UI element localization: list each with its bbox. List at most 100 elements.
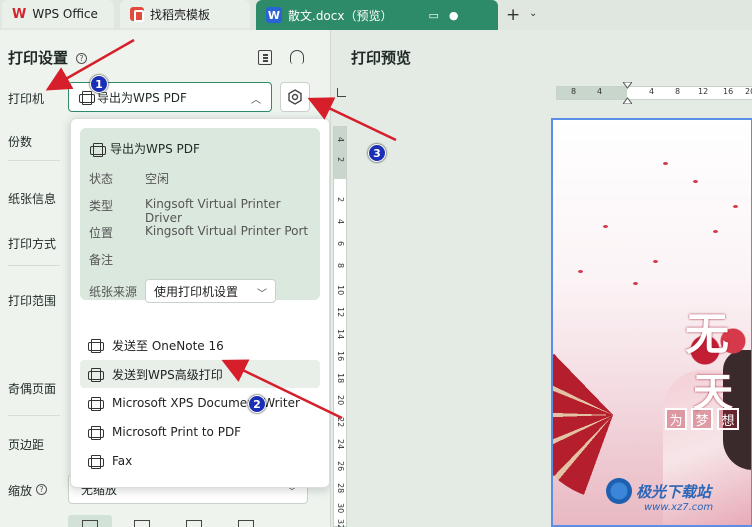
preview-page[interactable]: 无 天 为 梦 想: [551, 118, 752, 527]
petal-decoration: [653, 260, 658, 263]
cover-seal-char: 想: [717, 408, 739, 430]
print-range-label: 打印范围: [8, 294, 57, 308]
selected-printer-card[interactable]: 导出为WPS PDF 状态 空闲 类型 Kingsoft Virtual Pri…: [80, 128, 320, 303]
printer-option-label: Fax: [112, 454, 133, 468]
status-value: 空闲: [145, 172, 170, 186]
margins-label: 页边距: [8, 438, 45, 452]
printer-icon: [88, 368, 104, 382]
step-badge-3: 3: [368, 144, 386, 162]
petal-decoration: [603, 225, 608, 228]
gear-icon: [288, 89, 302, 105]
help-icon[interactable]: ?: [76, 53, 87, 64]
tab-wps-office[interactable]: W WPS Office: [2, 0, 114, 28]
tab-document[interactable]: W 散文.docx（预览） ▭ ●: [256, 0, 498, 30]
ruler-tick-label: 26: [336, 461, 345, 472]
ruler-tick-label: 2: [336, 157, 345, 163]
printer-icon: [88, 426, 104, 440]
ruler-tick-label: 22: [336, 417, 345, 428]
margin-marker-icon: [623, 82, 632, 104]
print-preview-pane: 打印预览 8 4 4 8 12 16 20 4 2 2 4 6 8 10 12 …: [330, 30, 752, 527]
step-badge-1: 1: [90, 75, 108, 93]
ruler-tick-label: 4: [649, 87, 655, 96]
ruler-corner-icon[interactable]: [337, 88, 346, 97]
printer-dropdown: 导出为WPS PDF 状态 空闲 类型 Kingsoft Virtual Pri…: [70, 118, 330, 488]
ruler-tick-label: 30: [336, 503, 345, 514]
chevron-down-icon: ﹀: [257, 289, 267, 300]
selected-printer-name: 导出为WPS PDF: [110, 142, 200, 156]
type-value: Kingsoft Virtual Printer Driver: [145, 197, 281, 225]
ruler-tick-label: 12: [698, 87, 709, 96]
tab-list-chevron-icon[interactable]: ⌄: [529, 8, 537, 19]
printer-option-ms-pdf[interactable]: Microsoft Print to PDF: [80, 418, 320, 446]
layout-1-button[interactable]: [68, 515, 112, 527]
printer-icon: [90, 142, 106, 157]
ruler-tick-label: 18: [336, 373, 345, 384]
ruler-tick-label: 6: [336, 241, 345, 247]
scale-label: 缩放: [8, 484, 33, 498]
print-mode-label: 打印方式: [8, 237, 57, 251]
new-tab-button[interactable]: +: [506, 5, 520, 25]
printer-option-xps[interactable]: Microsoft XPS Document Writer: [80, 389, 320, 417]
printer-icon: [88, 339, 104, 353]
printer-label: 打印机: [8, 92, 45, 106]
divider: [8, 160, 60, 161]
document-settings-icon[interactable]: [258, 50, 272, 65]
cover-title-char: 无: [685, 309, 729, 360]
printer-option-wps-advanced[interactable]: 发送到WPS高级打印: [80, 360, 320, 388]
paper-source-select[interactable]: 使用打印机设置 ﹀: [145, 279, 276, 303]
ruler-tick-label: 8: [571, 87, 577, 96]
watermark-logo-icon: [606, 478, 632, 504]
remark-label: 备注: [89, 253, 114, 267]
petal-decoration: [733, 205, 738, 208]
monitor-icon[interactable]: ▭: [428, 9, 438, 22]
location-label: 位置: [89, 226, 114, 240]
site-watermark: 极光下载站: [606, 478, 711, 504]
printer-option-label: Microsoft XPS Document Writer: [112, 396, 300, 410]
petal-decoration: [713, 230, 718, 233]
location-value: Kingsoft Virtual Printer Port: [145, 224, 309, 238]
layout-3-button[interactable]: [172, 515, 216, 527]
paper-source-value: 使用打印机设置: [154, 284, 239, 299]
scale-help-icon[interactable]: ?: [36, 484, 47, 495]
horizontal-ruler: 8 4 4 8 12 16 20: [556, 86, 752, 100]
cover-seal-row: 为 梦 想: [665, 408, 739, 430]
headset-icon[interactable]: [290, 50, 304, 64]
paper-info-label: 纸张信息: [8, 192, 57, 206]
ruler-tick-label: 24: [336, 439, 345, 450]
layout-2-button[interactable]: [120, 515, 164, 527]
ruler-tick-label: 32: [336, 519, 345, 527]
watermark-url: www.xz7.com: [644, 502, 714, 513]
vertical-ruler: 4 2 2 4 6 8 10 12 14 16 18 20 22 24 26 2…: [333, 126, 347, 527]
cover-seal-char: 梦: [691, 408, 713, 430]
ruler-tick-label: 28: [336, 483, 345, 494]
tab-docer[interactable]: 找稻壳模板: [120, 0, 250, 28]
printer-properties-button[interactable]: [280, 82, 310, 112]
panel-title: 打印设置: [8, 49, 69, 67]
print-settings-panel: 打印设置 ? 打印机 导出为WPS PDF ︿ 份数 纸张信息 打印方式 打印范…: [0, 30, 330, 527]
petal-decoration: [633, 282, 638, 285]
ruler-tick-label: 14: [336, 329, 345, 340]
ruler-tick-label: 10: [336, 285, 345, 296]
printer-option-label: Microsoft Print to PDF: [112, 425, 242, 439]
layout-4-button[interactable]: [224, 515, 268, 527]
printer-icon: [88, 397, 104, 411]
page-layout-buttons: [68, 515, 268, 527]
odd-even-label: 奇偶页面: [8, 382, 57, 396]
printer-option-onenote[interactable]: 发送至 OneNote 16: [80, 331, 320, 359]
printer-select-value: 导出为WPS PDF: [97, 90, 187, 105]
copies-label: 份数: [8, 135, 33, 149]
unsaved-dot-icon: ●: [448, 8, 459, 22]
paper-source-label: 纸张来源: [89, 285, 138, 299]
ruler-tick-label: 4: [597, 87, 603, 96]
petal-decoration: [663, 162, 668, 165]
petal-decoration: [693, 180, 698, 183]
cover-seal-char: 为: [665, 408, 687, 430]
ruler-tick-label: 4: [336, 137, 345, 143]
chevron-up-icon: ︿: [251, 95, 261, 106]
tab-label: 找稻壳模板: [150, 7, 211, 22]
word-doc-icon: W: [266, 7, 282, 23]
tab-bar: W WPS Office 找稻壳模板 W 散文.docx（预览） ▭ ● + ⌄: [0, 0, 752, 30]
tab-label: WPS Office: [32, 7, 98, 21]
printer-option-fax[interactable]: Fax: [80, 447, 320, 475]
divider: [8, 415, 60, 416]
